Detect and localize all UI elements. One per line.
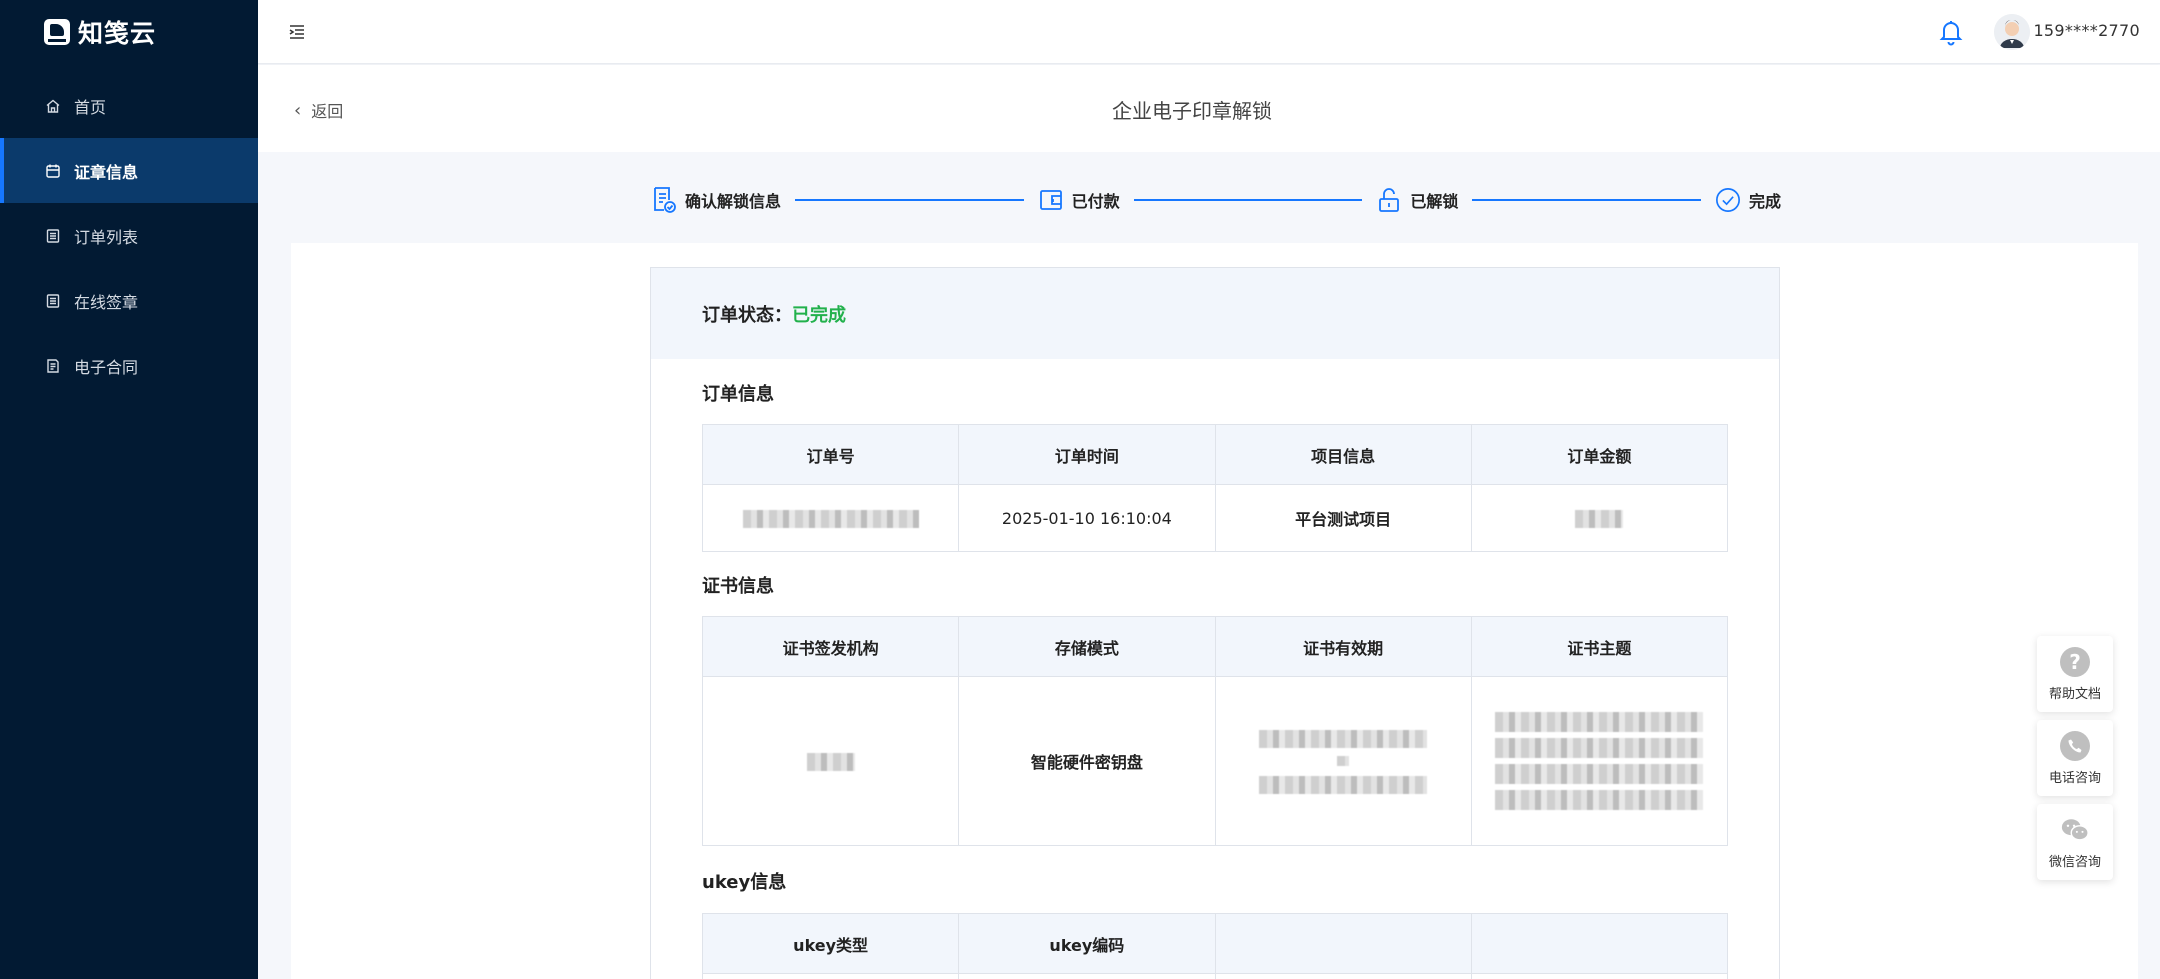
calendar-icon <box>44 162 62 180</box>
sidebar-item-e-contract[interactable]: 电子合同 <box>0 333 258 398</box>
sidebar-item-online-sign[interactable]: 在线签章 <box>0 268 258 333</box>
table-cell <box>701 973 960 979</box>
list-icon <box>44 227 62 245</box>
order-detail-panel: 订单状态： 已完成 订单信息 订单号 订单时间 项目信息 订单金额 2025-0… <box>650 267 1780 979</box>
table-header-cell: 订单时间 <box>958 424 1216 485</box>
progress-steps: 确认解锁信息 已付款 已解锁 完成 <box>651 184 1781 216</box>
logo-icon <box>44 19 70 45</box>
sidebar-item-label: 订单列表 <box>74 227 139 247</box>
sidebar-item-seal-info[interactable]: 证章信息 <box>0 138 258 203</box>
table-header-cell: 证书签发机构 <box>701 616 960 677</box>
unlock-icon <box>1379 188 1400 212</box>
table-header-cell <box>1214 913 1472 974</box>
table-row: 2025-01-10 16:10:04 平台测试项目 <box>701 484 1729 552</box>
content-card: 订单状态： 已完成 订单信息 订单号 订单时间 项目信息 订单金额 2025-0… <box>291 243 2138 979</box>
document-check-icon <box>654 187 676 213</box>
sidebar: 知笺云 首页 证章信息 订单列表 在线签章 电子合同 <box>0 0 258 979</box>
step-connector <box>1472 199 1701 201</box>
project-info: 平台测试项目 <box>1214 484 1472 552</box>
section-title-ukey: ukey信息 <box>702 872 787 893</box>
table-header-cell: 证书主题 <box>1470 616 1729 677</box>
table-header-cell: ukey编码 <box>958 913 1216 974</box>
step-connector <box>795 199 1024 201</box>
contract-icon <box>44 357 62 375</box>
sidebar-item-order-list[interactable]: 订单列表 <box>0 203 258 268</box>
section-title-order: 订单信息 <box>702 384 774 405</box>
order-status-bar: 订单状态： 已完成 <box>651 268 1779 359</box>
logo[interactable]: 知笺云 <box>0 0 258 64</box>
table-cell <box>1214 973 1472 979</box>
step-label: 完成 <box>1748 192 1781 211</box>
table-row <box>701 973 1729 979</box>
table-header-cell: 存储模式 <box>958 616 1216 677</box>
avatar[interactable] <box>1994 14 2030 50</box>
float-button-label: 微信咨询 <box>2048 854 2101 870</box>
step-label: 已解锁 <box>1410 192 1459 211</box>
table-cell <box>958 973 1216 979</box>
home-icon <box>44 97 62 115</box>
step-label: 确认解锁信息 <box>685 192 782 211</box>
help-icon: ? <box>2060 646 2090 677</box>
sidebar-item-label: 证章信息 <box>74 162 139 182</box>
step-unlocked: 已解锁 <box>1376 186 1458 214</box>
step-confirm: 确认解锁信息 <box>651 186 781 214</box>
phone-icon <box>2060 730 2090 761</box>
table-header-row: 订单号 订单时间 项目信息 订单金额 <box>701 424 1729 485</box>
step-complete: 完成 <box>1715 186 1781 214</box>
order-status-label: 订单状态： <box>702 304 792 326</box>
order-status-value: 已完成 <box>792 304 846 326</box>
table-header-row: ukey类型 ukey编码 <box>701 913 1729 974</box>
cert-issuer-redacted <box>701 676 960 846</box>
order-info-table: 订单号 订单时间 项目信息 订单金额 2025-01-10 16:10:04 平… <box>701 424 1729 552</box>
page-title: 企业电子印章解锁 <box>1112 99 1272 123</box>
sidebar-item-home[interactable]: 首页 <box>0 73 258 138</box>
sidebar-menu: 首页 证章信息 订单列表 在线签章 电子合同 <box>0 73 258 398</box>
step-paid: 已付款 <box>1038 186 1120 214</box>
table-header-cell: ukey类型 <box>701 913 960 974</box>
table-header-row: 证书签发机构 存储模式 证书有效期 证书主题 <box>701 616 1729 677</box>
float-button-label: 帮助文档 <box>2048 686 2101 702</box>
table-header-cell: 证书有效期 <box>1214 616 1472 677</box>
table-cell <box>1470 973 1729 979</box>
help-docs-button[interactable]: ? 帮助文档 <box>2037 636 2113 712</box>
step-label: 已付款 <box>1071 192 1120 211</box>
cert-subject-redacted <box>1470 676 1729 846</box>
table-header-cell: 项目信息 <box>1214 424 1472 485</box>
table-row: 智能硬件密钥盘 <box>701 676 1729 846</box>
wechat-consult-button[interactable]: 微信咨询 <box>2037 804 2113 880</box>
table-header-cell: 订单号 <box>701 424 960 485</box>
logo-text: 知笺云 <box>78 19 157 48</box>
username[interactable]: 159****2770 <box>2033 21 2140 40</box>
order-time: 2025-01-10 16:10:04 <box>958 484 1216 552</box>
menu-collapse-icon[interactable] <box>287 22 307 42</box>
float-button-label: 电话咨询 <box>2048 770 2101 786</box>
wechat-icon <box>2060 815 2090 845</box>
wallet-icon <box>1039 190 1062 210</box>
section-title-cert: 证书信息 <box>702 576 774 597</box>
cert-info-table: 证书签发机构 存储模式 证书有效期 证书主题 智能硬件密钥盘 <box>701 616 1729 846</box>
table-header-cell <box>1470 913 1729 974</box>
cert-validity-redacted <box>1214 676 1472 846</box>
notification-bell-icon[interactable] <box>1938 18 1964 46</box>
sidebar-item-label: 首页 <box>74 97 107 117</box>
order-number-redacted <box>701 484 960 552</box>
top-header: 159****2770 <box>258 0 2160 64</box>
page-titlebar: ‹ 返回 企业电子印章解锁 <box>258 65 2160 152</box>
step-connector <box>1133 199 1363 201</box>
list-icon <box>44 292 62 310</box>
phone-consult-button[interactable]: 电话咨询 <box>2037 720 2113 796</box>
table-header-cell: 订单金额 <box>1470 424 1729 485</box>
order-amount-redacted <box>1470 484 1729 552</box>
check-circle-icon <box>1715 188 1740 212</box>
sidebar-item-label: 电子合同 <box>74 357 139 377</box>
storage-mode: 智能硬件密钥盘 <box>958 676 1216 846</box>
ukey-info-table: ukey类型 ukey编码 <box>701 913 1729 979</box>
sidebar-item-label: 在线签章 <box>74 292 139 312</box>
